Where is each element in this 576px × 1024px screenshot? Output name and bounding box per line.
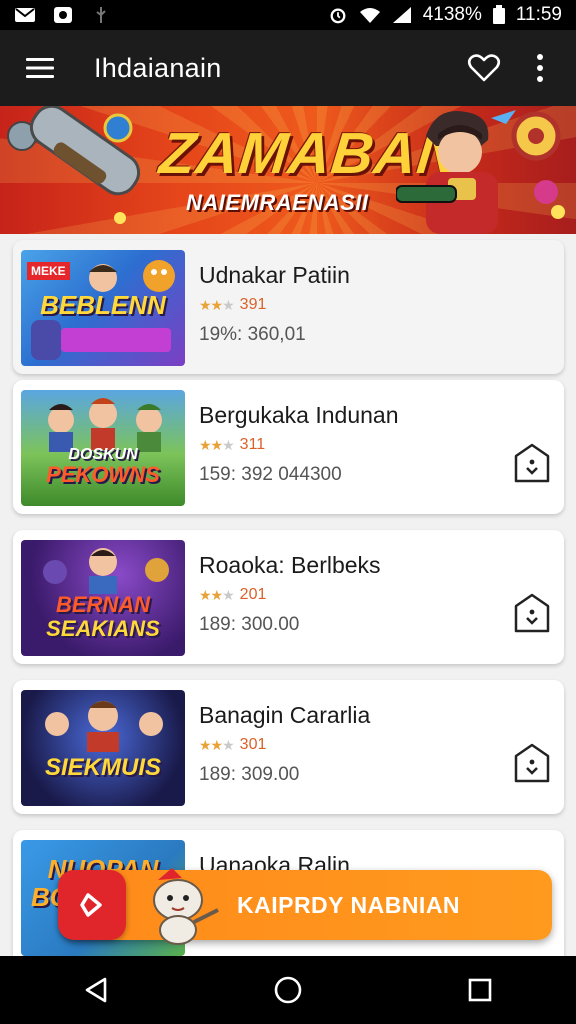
thumbnail-subtitle: BERNAN	[55, 592, 151, 617]
rating-count: 301	[239, 736, 267, 753]
back-icon	[85, 977, 107, 1003]
rating-stars: ★★★	[199, 736, 235, 753]
more-options-button[interactable]	[512, 30, 568, 106]
play-icon	[80, 893, 102, 917]
game-thumbnail: DOSKUN PEKOWNS	[21, 390, 185, 506]
signal-icon	[392, 7, 411, 23]
game-meta: 189: 309.00	[199, 764, 300, 785]
cta-label: KAIPRDY NABNIAN	[237, 892, 461, 918]
battery-percent: 4138%	[422, 4, 482, 25]
download-icon[interactable]	[512, 442, 552, 484]
home-button[interactable]	[258, 960, 318, 1020]
hamburger-menu-icon	[26, 58, 54, 78]
recents-icon	[468, 978, 492, 1002]
app-bar: Ihdaianain	[0, 30, 576, 106]
game-thumbnail: MEKE BEBLENN	[21, 250, 185, 366]
usb-icon	[96, 7, 106, 23]
status-bar: 4138% 11:59	[0, 0, 576, 30]
game-list[interactable]: MEKE BEBLENN Udnakar Patiin ★★★ 391 19%:…	[0, 234, 576, 956]
install-cta-button[interactable]: KAIPRDY NABNIAN	[62, 870, 552, 940]
notification-icon	[54, 7, 72, 23]
back-button[interactable]	[66, 960, 126, 1020]
game-name: Banagin Cararlia	[199, 702, 371, 728]
rating-count: 201	[239, 586, 267, 603]
rating-row: ★★★ 301	[199, 736, 266, 754]
alarm-icon	[330, 8, 346, 24]
more-vertical-icon	[537, 54, 543, 82]
rating-row: ★★★ 391	[199, 296, 266, 314]
cannon-graphic	[7, 106, 141, 224]
game-thumbnail: SIEKMUIS	[21, 690, 185, 806]
home-icon	[274, 976, 302, 1004]
recents-button[interactable]	[450, 960, 510, 1020]
rating-stars: ★★★	[199, 436, 235, 453]
download-icon[interactable]	[512, 742, 552, 784]
hamburger-menu-button[interactable]	[0, 30, 80, 106]
list-item[interactable]: BERNAN SEAKIANS Roaoka: Berlbeks ★★★ 201…	[13, 530, 564, 664]
page-title: Ihdaianain	[94, 52, 222, 83]
rating-row: ★★★ 311	[199, 436, 265, 454]
banner-subtitle: NAIEMRAENASII	[186, 190, 369, 215]
game-name: Roaoka: Berlbeks	[199, 552, 381, 578]
thumbnail-title: SEAKIANS	[46, 616, 160, 641]
list-item[interactable]: DOSKUN PEKOWNS Bergukaka Indunan ★★★ 311…	[13, 380, 564, 514]
hero-character-graphic	[396, 110, 565, 234]
clock: 11:59	[515, 4, 562, 25]
rating-stars: ★★★	[199, 296, 235, 313]
rating-count: 311	[239, 436, 266, 453]
download-icon[interactable]	[512, 592, 552, 634]
game-meta: 189: 300.00	[199, 614, 300, 635]
game-name: Udnakar Patiin	[199, 262, 350, 288]
wifi-icon	[359, 8, 380, 23]
system-nav-bar	[0, 956, 576, 1024]
rating-row: ★★★ 201	[199, 586, 266, 604]
mail-icon	[15, 8, 35, 22]
list-item[interactable]: MEKE BEBLENN Udnakar Patiin ★★★ 391 19%:…	[13, 240, 564, 374]
game-thumbnail: BERNAN SEAKIANS	[21, 540, 185, 656]
favorites-button[interactable]	[456, 30, 512, 106]
heart-icon	[467, 54, 501, 82]
rating-stars: ★★★	[199, 586, 235, 603]
game-meta: 19%: 360,01	[199, 324, 306, 345]
thumbnail-title: SIEKMUIS	[44, 754, 161, 781]
thumbnail-title: PEKOWNS	[46, 462, 160, 487]
play-button[interactable]	[58, 870, 126, 940]
game-name: Bergukaka Indunan	[199, 402, 399, 428]
thumbnail-badge: MEKE	[27, 262, 70, 280]
thumbnail-title: BEBLENN	[40, 290, 166, 320]
rating-count: 391	[239, 296, 267, 313]
mascot-icon	[153, 868, 219, 945]
game-meta: 159: 392 044300	[199, 464, 342, 485]
battery-icon	[492, 5, 505, 24]
list-item[interactable]: SIEKMUIS Banagin Cararlia ★★★ 301 189: 3…	[13, 680, 564, 814]
promo-banner[interactable]: ZAMABAN NAIEMRAENASII	[0, 106, 576, 234]
